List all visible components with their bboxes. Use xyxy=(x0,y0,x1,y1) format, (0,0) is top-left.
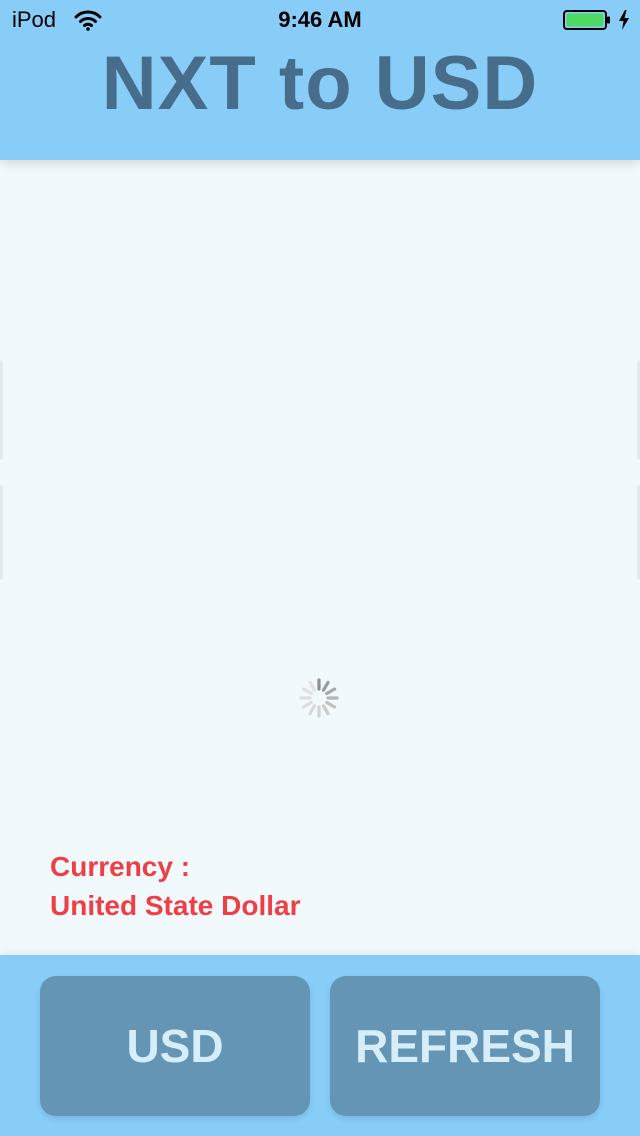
app-header: iPod 9:46 AM NXT to USD xyxy=(0,0,640,160)
activity-spinner-icon xyxy=(298,677,340,719)
left-edge-shadow xyxy=(0,360,3,460)
status-bar: iPod 9:46 AM xyxy=(0,0,640,40)
usd-button[interactable]: USD xyxy=(40,976,310,1116)
currency-label: Currency : xyxy=(50,851,191,882)
charging-bolt-icon xyxy=(618,9,630,31)
battery-icon xyxy=(563,10,611,30)
refresh-button[interactable]: REFRESH xyxy=(330,976,600,1116)
left-edge-shadow xyxy=(0,485,3,580)
page-title: NXT to USD xyxy=(101,41,539,126)
main-content xyxy=(0,160,640,955)
status-time: 9:46 AM xyxy=(278,7,362,32)
currency-name: United State Dollar xyxy=(50,890,301,921)
